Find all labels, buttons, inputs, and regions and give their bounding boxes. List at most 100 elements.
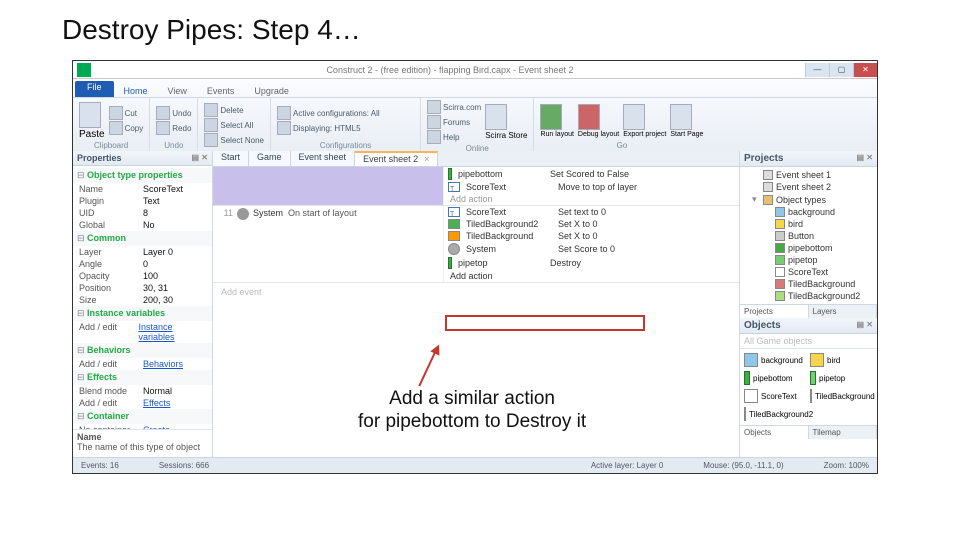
object-item[interactable]: ScoreText	[744, 389, 806, 403]
active-config[interactable]: Active configurations: All	[277, 106, 414, 120]
properties-close-icon[interactable]: ▤ ✕	[192, 153, 208, 163]
run-button[interactable]	[540, 104, 573, 130]
tree-node[interactable]: ▾Object types	[744, 193, 873, 206]
objects-filter[interactable]: All Game objects	[740, 334, 877, 349]
cut-button[interactable]: Cut	[109, 106, 144, 120]
tab-close-icon[interactable]: ×	[424, 154, 429, 164]
action-row[interactable]: ScoreTextSet text to 0	[444, 206, 739, 218]
callout-text: Add a similar action for pipebottom to D…	[358, 388, 586, 434]
ribbon-tab-events[interactable]: Events	[197, 85, 245, 97]
tree-node[interactable]: background	[744, 206, 873, 218]
tab-tilemap[interactable]: Tilemap	[809, 426, 878, 439]
maximize-button[interactable]: ▢	[829, 63, 853, 77]
copy-button[interactable]: Copy	[109, 121, 144, 135]
ribbon-tab-home[interactable]: Home	[114, 85, 158, 97]
event-block[interactable]: pipebottomSet Scored to False ScoreTextM…	[213, 167, 739, 206]
debug-icon	[578, 104, 600, 130]
projects-title: Projects	[744, 153, 783, 164]
prop-blend[interactable]: Normal	[143, 386, 172, 396]
tab-layers[interactable]: Layers	[809, 305, 878, 318]
prop-global[interactable]: No	[143, 220, 155, 230]
selectall-icon	[204, 118, 218, 132]
tree-node[interactable]: pipetop	[744, 254, 873, 266]
tab-objects[interactable]: Objects	[740, 426, 809, 439]
scirra-link[interactable]: Scirra.com	[427, 100, 481, 114]
callout-arrow	[436, 348, 476, 388]
add-event-link[interactable]: Add event	[213, 283, 739, 301]
help-link[interactable]: Help	[427, 130, 481, 144]
window-title: Construct 2 - (free edition) - flapping …	[95, 65, 805, 75]
paste-button[interactable]	[79, 102, 105, 128]
tab-start[interactable]: Start	[213, 151, 249, 166]
prop-position[interactable]: 30, 31	[143, 283, 168, 293]
tab-projects[interactable]: Projects	[740, 305, 809, 318]
tree-node[interactable]: TiledBackground2	[744, 290, 873, 302]
object-item[interactable]: bird	[810, 353, 872, 367]
tab-eventsheet2[interactable]: Event sheet 2×	[355, 151, 438, 166]
action-row[interactable]: pipebottomSet Scored to False	[444, 167, 739, 181]
delete-icon	[204, 103, 218, 117]
tab-game[interactable]: Game	[249, 151, 291, 166]
action-row[interactable]: TiledBackgroundSet X to 0	[444, 230, 739, 242]
prop-opacity[interactable]: 100	[143, 271, 158, 281]
object-item[interactable]: TiledBackground2	[744, 407, 806, 421]
minimize-button[interactable]: —	[805, 63, 829, 77]
tree-node[interactable]: Event sheet 1	[744, 169, 873, 181]
action-row[interactable]: SystemSet Score to 0	[444, 242, 739, 256]
file-tab[interactable]: File	[75, 81, 114, 97]
prop-size[interactable]: 200, 30	[143, 295, 173, 305]
prop-behaviors-link[interactable]: Behaviors	[143, 359, 183, 369]
prop-footer: NameThe name of this type of object	[73, 429, 212, 457]
selectnone-button[interactable]: Select None	[204, 133, 264, 147]
titlebar: Construct 2 - (free edition) - flapping …	[73, 61, 877, 79]
delete-button[interactable]: Delete	[204, 103, 264, 117]
action-row[interactable]: ScoreTextMove to top of layer	[444, 181, 739, 193]
tree-node[interactable]: pipebottom	[744, 242, 873, 254]
selectall-button[interactable]: Select All	[204, 118, 264, 132]
store-button[interactable]	[485, 104, 527, 130]
prop-instvars-link[interactable]: Instance variables	[139, 322, 206, 342]
ribbon: File Home View Events Upgrade Paste Cut …	[73, 79, 877, 152]
prop-name[interactable]: ScoreText	[143, 184, 183, 194]
redo-button[interactable]: Redo	[156, 121, 191, 135]
tree-node[interactable]: Button	[744, 230, 873, 242]
project-tree[interactable]: Event sheet 1Event sheet 2▾Object typesb…	[740, 167, 877, 304]
startpage-button[interactable]	[670, 104, 703, 130]
undo-button[interactable]: Undo	[156, 106, 191, 120]
action-row[interactable]: TiledBackground2Set X to 0	[444, 218, 739, 230]
tree-node[interactable]: Event sheet 2	[744, 181, 873, 193]
object-item[interactable]: background	[744, 353, 806, 367]
projects-close-icon[interactable]: ▤ ✕	[857, 153, 873, 164]
run-icon	[540, 104, 562, 130]
close-button[interactable]: ✕	[853, 63, 877, 77]
tree-node[interactable]: bird	[744, 218, 873, 230]
document-tabs: Start Game Event sheet Event sheet 2×	[213, 151, 739, 167]
prop-angle[interactable]: 0	[143, 259, 148, 269]
display-icon	[277, 121, 291, 135]
add-action-link-highlighted[interactable]: Add action	[444, 270, 739, 282]
event-number: 11	[217, 208, 233, 218]
tree-node[interactable]: ScoreText	[744, 266, 873, 278]
objects-close-icon[interactable]: ▤ ✕	[857, 320, 873, 331]
debug-button[interactable]	[578, 104, 619, 130]
object-item[interactable]: pipetop	[810, 371, 872, 385]
displaying-config[interactable]: Displaying: HTML5	[277, 121, 414, 135]
prop-layer[interactable]: Layer 0	[143, 247, 173, 257]
ribbon-tab-upgrade[interactable]: Upgrade	[244, 85, 299, 97]
properties-title: Properties	[77, 153, 122, 163]
tree-node[interactable]: TiledBackground	[744, 278, 873, 290]
event-block[interactable]: 11 System On start of layout ScoreTextSe…	[213, 206, 739, 283]
forums-link[interactable]: Forums	[427, 115, 481, 129]
object-item[interactable]: TiledBackground	[810, 389, 872, 403]
ribbon-tab-view[interactable]: View	[158, 85, 197, 97]
add-action-link[interactable]: Add action	[444, 193, 739, 205]
selectnone-icon	[204, 133, 218, 147]
globe-icon	[427, 100, 441, 114]
tab-eventsheet[interactable]: Event sheet	[291, 151, 356, 166]
object-item[interactable]: pipebottom	[744, 371, 806, 385]
export-button[interactable]	[623, 104, 666, 130]
prop-effects-link[interactable]: Effects	[143, 398, 170, 408]
action-row[interactable]: pipetopDestroy	[444, 256, 739, 270]
status-zoom: Zoom: 100%	[824, 461, 869, 470]
status-sessions: Sessions: 666	[159, 461, 209, 470]
